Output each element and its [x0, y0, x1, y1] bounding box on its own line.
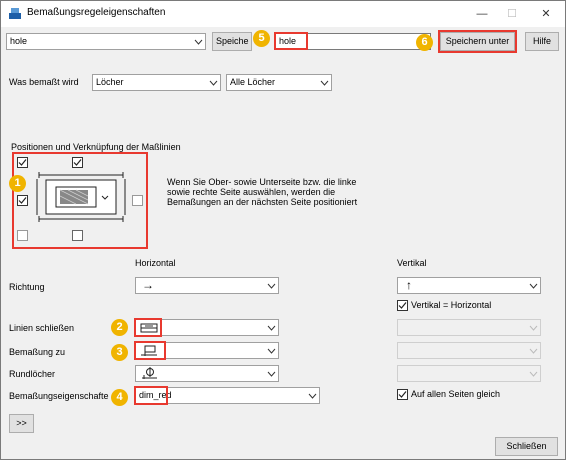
object-type-select[interactable]: Löcher — [92, 74, 221, 91]
round-hole-icon — [142, 367, 157, 379]
preset-select[interactable]: hole — [6, 33, 206, 50]
check-icon — [398, 302, 407, 309]
positions-group-label: Positionen und Verknüpfung der Maßlinien — [11, 142, 181, 152]
chevron-down-icon — [267, 348, 276, 354]
close-lines-label: Linien schließen — [9, 323, 75, 333]
chevron-down-icon — [267, 371, 276, 377]
chevron-down-icon — [308, 393, 317, 399]
chevron-down-icon — [267, 283, 276, 289]
vertical-header: Vertikal — [397, 258, 427, 268]
highlight-name-input — [274, 32, 308, 50]
right-arrow-icon: → — [142, 278, 154, 292]
app-icon — [9, 8, 21, 19]
help-button[interactable]: Hilfe — [525, 32, 559, 51]
chevron-down-icon — [194, 39, 203, 45]
close-window-button[interactable]: ✕ — [531, 3, 561, 25]
vertical-close-lines-select — [397, 319, 541, 336]
minimize-button[interactable]: — — [467, 3, 497, 25]
round-holes-label: Rundlöcher — [9, 369, 56, 379]
dimension-to-label: Bemaßung zu — [9, 347, 66, 357]
vertical-equals-horizontal-label: Vertikal = Horizontal — [411, 300, 492, 310]
window-title: Bemaßungsregeleigenschaften — [27, 7, 166, 18]
close-button[interactable]: Schließen — [495, 437, 558, 456]
object-scope-value: Alle Löcher — [230, 77, 276, 87]
marker-2: 2 — [111, 319, 128, 336]
preset-value: hole — [10, 36, 28, 46]
vertical-direction-select[interactable]: ↑ — [397, 277, 541, 294]
chevron-down-icon — [529, 348, 538, 354]
dim-props-label: Bemaßungseigenschafte — [9, 391, 109, 401]
positions-hint-line1: Wenn Sie Ober- sowie Unterseite bzw. die… — [167, 177, 357, 187]
vertical-dimension-to-select — [397, 342, 541, 359]
highlight-save-as — [438, 30, 517, 53]
same-all-sides-checkbox[interactable] — [397, 389, 408, 400]
check-icon — [398, 391, 407, 398]
up-arrow-icon: ↑ — [406, 278, 412, 292]
direction-label: Richtung — [9, 282, 45, 292]
expand-button[interactable]: >> — [9, 414, 34, 433]
highlight-close-lines — [134, 318, 162, 337]
vertical-equals-horizontal-checkbox[interactable] — [397, 300, 408, 311]
positions-hint-line3: Bemaßungen an der nächsten Seite positio… — [167, 197, 358, 207]
marker-5: 5 — [253, 30, 270, 47]
dialog-window: Bemaßungsregeleigenschaften — ☐ ✕ hole S… — [0, 0, 566, 460]
marker-3: 3 — [111, 344, 128, 361]
highlight-dim-props — [134, 386, 168, 405]
chevron-down-icon — [529, 283, 538, 289]
marker-6: 6 — [416, 34, 433, 51]
save-button[interactable]: Speiche — [212, 32, 252, 51]
chevron-down-icon — [267, 325, 276, 331]
chevron-down-icon — [320, 80, 329, 86]
title-bar: Bemaßungsregeleigenschaften — ☐ ✕ — [1, 1, 565, 27]
maximize-button[interactable]: ☐ — [497, 3, 527, 25]
chevron-down-icon — [209, 80, 218, 86]
marker-4: 4 — [111, 389, 128, 406]
object-type-value: Löcher — [96, 77, 124, 87]
chevron-down-icon — [529, 371, 538, 377]
chevron-down-icon — [529, 325, 538, 331]
positions-hint-line2: sowie rechte Seite auswählen, werden die — [167, 187, 336, 197]
vertical-round-holes-select — [397, 365, 541, 382]
horizontal-direction-select[interactable]: → — [135, 277, 279, 294]
highlight-positions — [12, 152, 148, 249]
horizontal-header: Horizontal — [135, 258, 176, 268]
dimensioned-label: Was bemaßt wird — [9, 77, 79, 87]
object-scope-select[interactable]: Alle Löcher — [226, 74, 332, 91]
highlight-dimension-to — [134, 341, 166, 360]
marker-1: 1 — [9, 175, 26, 192]
same-all-sides-label: Auf allen Seiten gleich — [411, 389, 501, 399]
round-holes-select[interactable] — [135, 365, 279, 382]
